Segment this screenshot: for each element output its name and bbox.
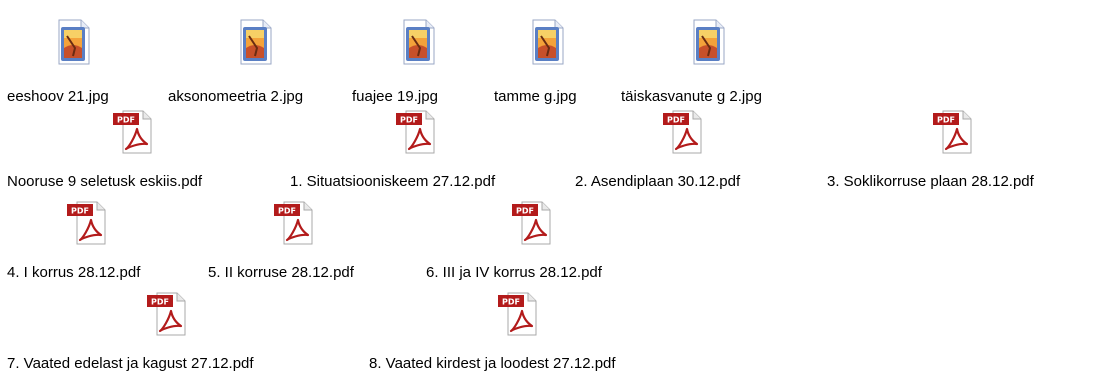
pdf-badge-text: PDF [502,298,520,307]
file-item-i-korrus[interactable]: PDF 4. I korrus 28.12.pdf [7,194,197,288]
file-label: 2. Asendiplaan 30.12.pdf [575,173,741,190]
pdf-badge-text: PDF [151,298,169,307]
file-list: eeshoov 21.jpg aksonomeetria 2.jpg fuaje… [0,0,1111,376]
file-item-soklikorruse[interactable]: PDF 3. Soklikorruse plaan 28.12.pdf [827,103,1107,197]
file-label: 3. Soklikorruse plaan 28.12.pdf [827,173,1034,190]
image-file-icon [523,18,571,66]
pdf-badge-text: PDF [937,116,955,125]
file-item-asendiplaan[interactable]: PDF 2. Asendiplaan 30.12.pdf [575,103,800,197]
file-label: 1. Situatsiooniskeem 27.12.pdf [290,173,496,190]
file-item-ii-korruse[interactable]: PDF 5. II korruse 28.12.pdf [208,194,408,288]
pdf-badge-text: PDF [667,116,685,125]
image-file-icon [231,18,279,66]
file-item-situatsiooniskeem[interactable]: PDF 1. Situatsiooniskeem 27.12.pdf [290,103,530,197]
image-file-icon [49,18,97,66]
file-item-vaated-edelast[interactable]: PDF 7. Vaated edelast ja kagust 27.12.pd… [7,285,362,379]
file-label: 6. III ja IV korrus 28.12.pdf [426,264,602,281]
pdf-badge-text: PDF [117,116,135,125]
file-row: PDF Nooruse 9 seletusk eskiis.pdf PDF 1.… [0,103,1111,197]
file-item-fuajee[interactable]: fuajee 19.jpg [352,0,487,105]
pdf-file-icon: PDF [65,198,113,246]
pdf-file-icon: PDF [661,107,709,155]
file-label: 7. Vaated edelast ja kagust 27.12.pdf [7,355,254,372]
image-file-icon [684,18,732,66]
file-item-iii-ja-iv-korrus[interactable]: PDF 6. III ja IV korrus 28.12.pdf [426,194,671,288]
file-item-vaated-kirdest[interactable]: PDF 8. Vaated kirdest ja loodest 27.12.p… [369,285,739,379]
image-file-icon [394,18,442,66]
pdf-badge-text: PDF [71,207,89,216]
file-label: 5. II korruse 28.12.pdf [208,264,354,281]
file-item-eeshoov[interactable]: eeshoov 21.jpg [7,0,147,105]
pdf-badge-text: PDF [400,116,418,125]
pdf-badge-text: PDF [278,207,296,216]
pdf-file-icon: PDF [496,289,544,337]
file-label: 4. I korrus 28.12.pdf [7,264,141,281]
file-row: PDF 4. I korrus 28.12.pdf PDF 5. II korr… [0,194,1111,288]
file-label: 8. Vaated kirdest ja loodest 27.12.pdf [369,355,616,372]
file-item-taiskasvanute[interactable]: täiskasvanute g 2.jpg [621,0,821,105]
pdf-file-icon: PDF [111,107,159,155]
file-row: eeshoov 21.jpg aksonomeetria 2.jpg fuaje… [0,0,1111,105]
pdf-file-icon: PDF [931,107,979,155]
file-item-tamme[interactable]: tamme g.jpg [494,0,614,105]
file-item-aksonomeetria[interactable]: aksonomeetria 2.jpg [168,0,348,105]
pdf-badge-text: PDF [516,207,534,216]
file-label: Nooruse 9 seletusk eskiis.pdf [7,173,203,190]
pdf-file-icon: PDF [510,198,558,246]
pdf-file-icon: PDF [272,198,320,246]
pdf-file-icon: PDF [145,289,193,337]
file-item-nooruse[interactable]: PDF Nooruse 9 seletusk eskiis.pdf [7,103,277,197]
pdf-file-icon: PDF [394,107,442,155]
file-row: PDF 7. Vaated edelast ja kagust 27.12.pd… [0,285,1111,379]
